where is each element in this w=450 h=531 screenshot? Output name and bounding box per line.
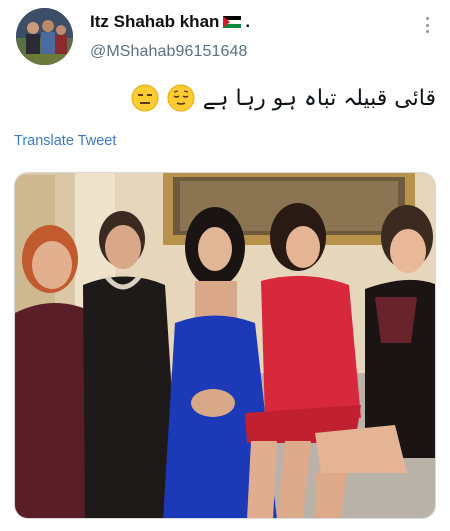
more-options-icon[interactable] <box>420 14 434 36</box>
tweet-urdu-text: قائی قبیلہ تباہ ہو رہا ہے <box>202 85 436 111</box>
user-handle[interactable]: @MShahab96151648 <box>90 43 248 61</box>
tweet-media-photo[interactable] <box>14 172 436 519</box>
name-period: . <box>245 12 251 31</box>
expressionless-face-emoji <box>131 84 159 112</box>
tweet-card[interactable]: Itz Shahab khan . @MShahab96151648 قائی … <box>0 0 450 531</box>
palestine-flag-icon <box>223 16 242 28</box>
user-avatar[interactable] <box>16 8 73 65</box>
display-name-text: Itz Shahab khan <box>90 12 220 31</box>
relieved-face-emoji <box>167 84 195 112</box>
translate-tweet-link[interactable]: Translate Tweet <box>14 133 116 149</box>
user-display-name[interactable]: Itz Shahab khan . <box>90 12 250 32</box>
group-photo-image <box>15 173 435 518</box>
tweet-text: قائی قبیلہ تباہ ہو رہا ہے <box>131 84 436 112</box>
